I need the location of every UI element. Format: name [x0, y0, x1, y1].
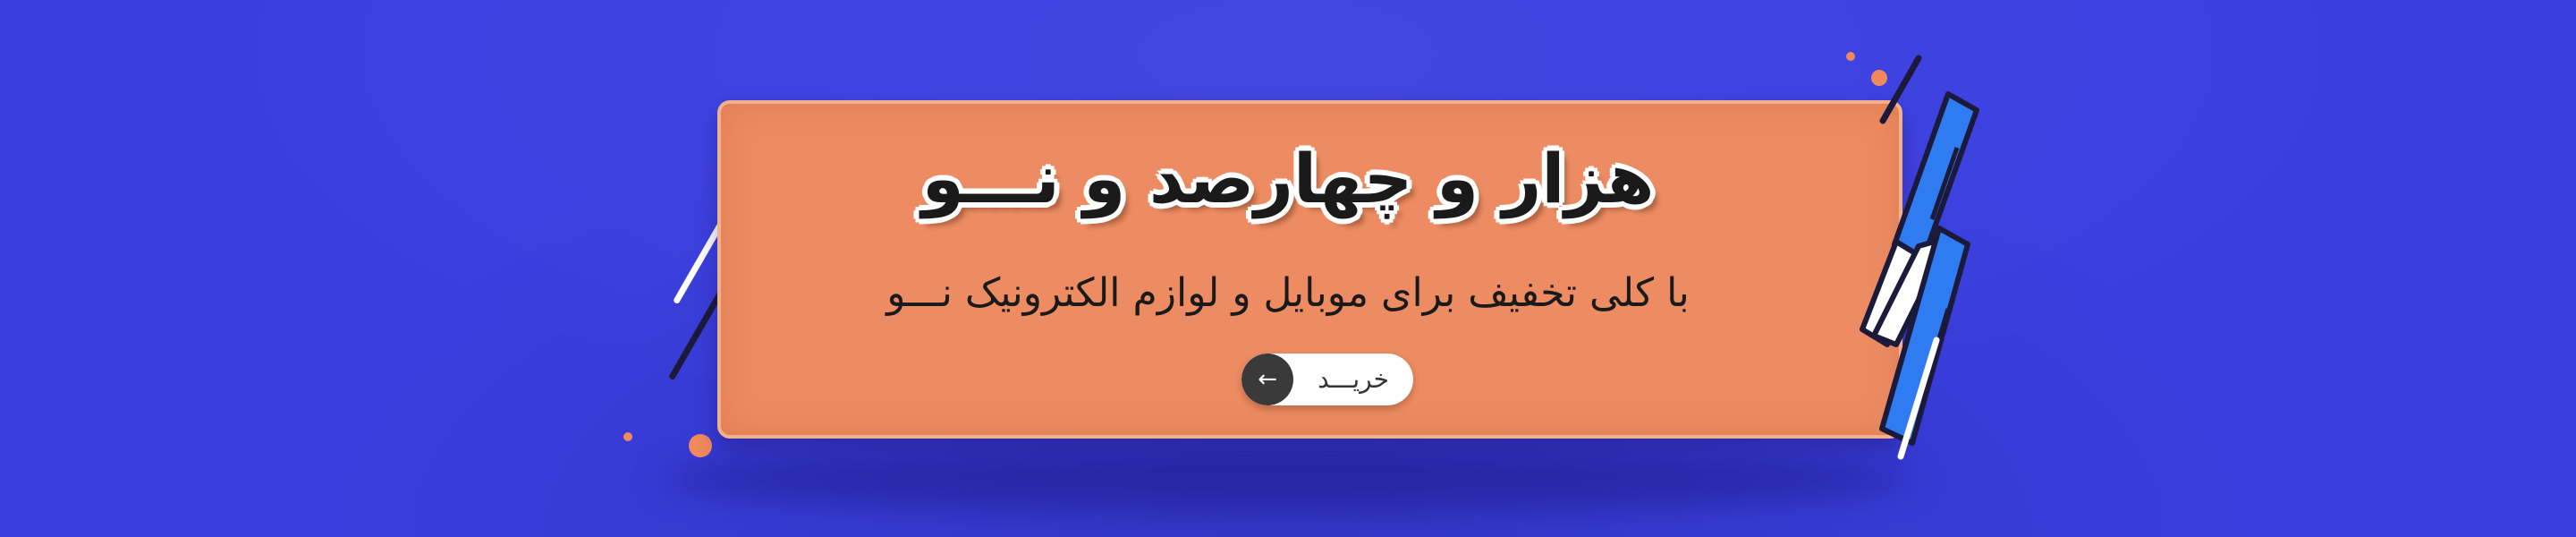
decor-dot: [623, 432, 632, 441]
lightning-bolt-icon: [1860, 55, 1979, 460]
arrow-left-icon: ←: [1258, 366, 1277, 393]
headline: هزار و چهارصد و نـــو: [921, 139, 1655, 218]
card-shadow: [662, 448, 1914, 510]
arrow-cap: ←: [1241, 354, 1293, 405]
buy-button[interactable]: ← خریـــد: [1241, 354, 1413, 405]
buy-button-label: خریـــد: [1318, 364, 1389, 394]
decor-dot: [689, 434, 712, 457]
subheadline: با کلی تخفیف برای موبایل و لوازم الکترون…: [886, 270, 1690, 316]
